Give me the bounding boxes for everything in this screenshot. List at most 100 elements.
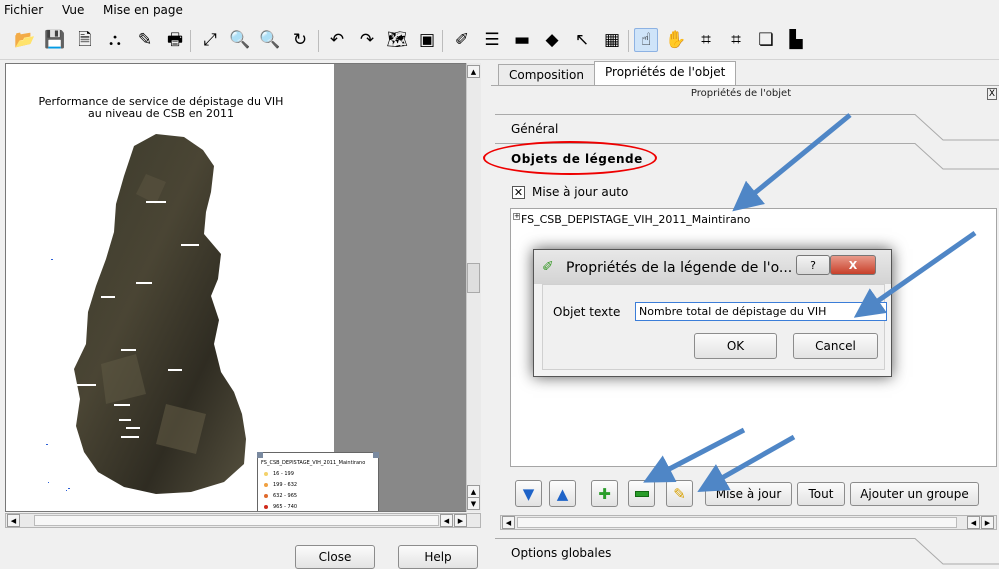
qgis-logo-icon: ✐ [542,259,554,275]
scroll-left-icon[interactable]: ◀ [440,514,453,527]
scroll-down-icon[interactable]: ▼ [467,497,480,510]
arrow-up-icon: ▲ [556,484,569,503]
add-image-icon[interactable]: ▣ [415,28,439,52]
undo-icon[interactable]: ↶ [325,28,349,52]
arrow-down-icon: ▼ [522,484,535,503]
expand-icon[interactable]: + [513,213,520,220]
plus-icon: ✚ [598,484,611,503]
legend-symbol-icon [264,482,268,487]
add-legend-icon[interactable]: ☰ [480,28,504,52]
align-icon[interactable]: ▙ [784,28,808,52]
group-icon[interactable]: ⌗ [694,28,718,52]
legend-row: 965 - 740 [264,504,297,510]
refresh-icon[interactable]: ↻ [288,28,312,52]
legend-symbol-icon [264,493,268,498]
add-item-button[interactable]: ✚ [591,480,618,507]
scroll-right-icon[interactable]: ▶ [981,516,994,529]
resize-handle[interactable] [257,452,263,458]
scroll-up-icon[interactable]: ▲ [467,65,480,78]
add-table-icon[interactable]: ▦ [600,28,624,52]
auto-update-label: Mise à jour auto [532,185,629,199]
highlight-circle [483,141,657,175]
add-map-icon[interactable]: 🗺 [385,28,409,52]
export-pdf-icon[interactable]: ⛬ [103,28,127,52]
zoom-full-icon[interactable]: ⤢ [198,28,222,52]
legend-row-label: 632 - 965 [273,493,298,499]
help-icon[interactable]: ? [796,255,830,275]
add-shape-icon[interactable]: ◆ [540,28,564,52]
map-item[interactable] [6,64,334,512]
toolbar-separator [190,30,191,52]
tree-item-layer[interactable]: FS_CSB_DEPISTAGE_VIH_2011_Maintirano [521,213,750,226]
legend-row-label: 16 - 199 [273,471,294,477]
dialog-title: Propriétés de la légende de l'o... [566,260,793,276]
save-template-icon[interactable]: 💾 [43,28,67,52]
toolbar-separator [442,30,443,52]
close-icon[interactable]: X [830,255,876,275]
open-folder-icon[interactable]: 📂 [13,28,37,52]
pencil-icon: ✎ [673,484,686,503]
text-field-label: Objet texte [553,305,621,319]
cancel-button[interactable]: Cancel [793,333,878,359]
composer-page: Performance de service de dépistage du V… [6,64,334,512]
scroll-left-icon[interactable]: ◀ [7,514,20,527]
minus-icon [634,490,649,497]
zoom-in-icon[interactable]: 🔍 [228,28,252,52]
composer-canvas[interactable]: Performance de service de dépistage du V… [5,63,480,512]
move-content-icon[interactable]: ✋ [664,28,688,52]
edit-item-button[interactable]: ✎ [666,480,693,507]
ok-button[interactable]: OK [694,333,777,359]
close-button[interactable]: Close [295,545,375,569]
ungroup-icon[interactable]: ⌗ [724,28,748,52]
print-preview-icon[interactable]: 🗎 [73,28,97,52]
dock-title: Propriétés de l'objet [690,88,792,99]
scroll-left-icon[interactable]: ◀ [502,516,515,529]
add-group-button[interactable]: Ajouter un groupe [850,482,979,506]
legend-header: FS_CSB_DEPISTAGE_VIH_2011_Maintirano [261,460,366,466]
tab-item-properties[interactable]: Propriétés de l'objet [594,61,737,86]
legend-text-input[interactable] [635,302,887,321]
legend-row-label: 965 - 740 [273,504,298,510]
export-svg-icon[interactable]: ✎ [133,28,157,52]
scroll-thumb[interactable] [467,263,480,293]
add-label-icon[interactable]: ✐ [450,28,474,52]
help-button[interactable]: Help [398,545,478,569]
horizontal-scrollbar[interactable]: ◀ ◀ ▶ [5,513,481,528]
menu-bar: Fichier Vue Mise en page [0,0,999,22]
toolbar-separator [318,30,319,52]
dialog-titlebar[interactable]: ✐ Propriétés de la légende de l'o... ? X [534,250,891,284]
resize-handle[interactable] [373,452,379,458]
scroll-thumb[interactable] [517,517,957,528]
menu-mise-en-page[interactable]: Mise en page [103,3,183,17]
print-icon[interactable]: 🖶 [163,28,187,52]
legend-row: 632 - 965 [264,493,297,499]
legend-item-dialog: ✐ Propriétés de la légende de l'o... ? X… [533,249,892,377]
move-up-button[interactable]: ▲ [549,480,576,507]
toolbar: 📂 💾 🗎 ⛬ ✎ 🖶 ⤢ 🔍 🔍 ↻ ↶ ↷ 🗺 ▣ ✐ ☰ ▬ ◆ ↖ ▦ ☝ ✋ ⌗ ⌗ ❏ ▙ [0,22,999,60]
scroll-right-icon[interactable]: ▶ [454,514,467,527]
scroll-thumb[interactable] [34,515,439,526]
legend-row: 199 - 632 [264,482,297,488]
zoom-out-icon[interactable]: 🔍 [258,28,282,52]
add-scalebar-icon[interactable]: ▬ [510,28,534,52]
scroll-left-icon[interactable]: ◀ [967,516,980,529]
legend-item[interactable]: FS_CSB_DEPISTAGE_VIH_2011_Maintirano 16 … [257,452,379,511]
raise-icon[interactable]: ❏ [754,28,778,52]
legend-symbol-icon [264,471,268,476]
vertical-scrollbar[interactable]: ▲ ▲ ▼ [466,63,481,512]
legend-row: 16 - 199 [264,471,294,477]
menu-vue[interactable]: Vue [62,3,84,17]
select-move-icon[interactable]: ☝ [634,28,658,52]
close-icon[interactable]: X [987,88,997,100]
update-button[interactable]: Mise à jour [705,482,792,506]
move-down-button[interactable]: ▼ [515,480,542,507]
tab-composition[interactable]: Composition [498,64,595,86]
dialog-body: Objet texte OK Cancel [542,284,887,370]
auto-update-checkbox[interactable]: ✕ [512,186,525,199]
horizontal-scrollbar[interactable]: ◀ ◀ ▶ [500,515,997,530]
add-arrow-icon[interactable]: ↖ [570,28,594,52]
all-button[interactable]: Tout [797,482,845,506]
remove-item-button[interactable] [628,480,655,507]
redo-icon[interactable]: ↷ [355,28,379,52]
menu-fichier[interactable]: Fichier [4,3,43,17]
